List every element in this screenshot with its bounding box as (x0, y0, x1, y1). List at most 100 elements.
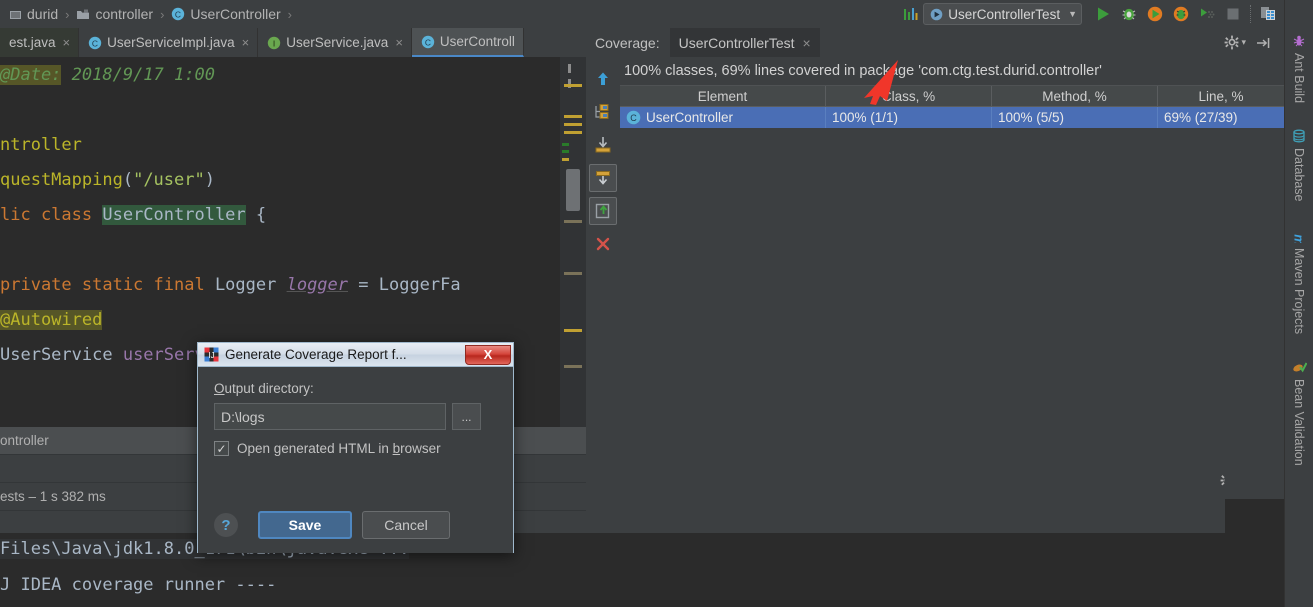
close-icon[interactable]: × (63, 35, 71, 50)
gutter-mark (564, 220, 582, 223)
sidebar-item-database[interactable]: Database (1292, 129, 1306, 202)
code-line: questMapping("/user") (0, 170, 215, 190)
intellij-icon: IJ (204, 347, 219, 362)
import-icon[interactable] (589, 164, 617, 192)
cancel-button[interactable]: Cancel (362, 511, 450, 539)
code-token: ( (122, 170, 134, 190)
close-x-icon[interactable] (589, 230, 617, 258)
browse-button[interactable]: ... (452, 403, 481, 430)
editor-tab-3[interactable]: C UserControll (411, 28, 524, 57)
table-row[interactable]: C UserController 100% (1/1) 100% (5/5) 6… (620, 107, 1284, 128)
dialog-title: Generate Coverage Report f... (225, 347, 407, 362)
export-report-icon[interactable] (589, 131, 617, 159)
editor-tab-label: UserServiceImpl.java (107, 35, 235, 50)
cell-label: UserController (646, 110, 734, 125)
code-token: lic class (0, 205, 103, 225)
editor-tab-1[interactable]: C UserServiceImpl.java × (79, 28, 259, 57)
stop-button[interactable] (1220, 1, 1246, 27)
run-with-coverage-button[interactable] (1142, 1, 1168, 27)
breadcrumb-label: controller (95, 6, 154, 22)
open-html-checkbox[interactable]: ✓ (214, 441, 229, 456)
column-header-line-pct[interactable]: Line, % (1158, 86, 1284, 107)
sidebar-item-bean-validation[interactable]: Bean Validation (1292, 360, 1307, 466)
test-tree-label: ests – 1 s 382 ms (0, 489, 106, 504)
close-icon[interactable]: × (803, 35, 811, 51)
class-icon: C (88, 36, 102, 50)
generate-coverage-report-dialog: IJ Generate Coverage Report f... X Outpu… (197, 342, 514, 553)
main-toolbar: UserControllerTest ▼ (897, 0, 1313, 28)
folder-icon (76, 8, 90, 21)
editor-tab-0[interactable]: est.java × (0, 28, 80, 57)
code-token: "/user" (133, 170, 205, 190)
navigation-bar: durid › controller › C UserController › (0, 0, 1313, 28)
editor-tab-2[interactable]: I UserService.java × (258, 28, 412, 57)
run-profiler-button[interactable] (1194, 1, 1220, 27)
arrow-up-icon[interactable] (589, 65, 617, 93)
code-line: @Date: 2018/9/17 1:00 (0, 65, 215, 85)
gutter-mark (562, 143, 569, 146)
run-configuration-selector[interactable]: UserControllerTest ▼ (923, 3, 1082, 25)
cell-class-pct: 100% (1/1) (826, 107, 992, 128)
class-icon: C (626, 110, 641, 125)
vcs-updates-icon[interactable] (897, 1, 923, 27)
right-tool-window-bar: Ant Build Database m Maven Projects Bean… (1284, 0, 1313, 607)
coverage-table[interactable]: Element Class, % Method, % Line, % C Use… (620, 85, 1284, 128)
gutter-mark (562, 150, 569, 153)
hide-panel-icon[interactable] (1250, 30, 1276, 56)
breadcrumb-item-module[interactable]: durid (6, 0, 61, 28)
open-html-checkbox-row[interactable]: ✓ Open generated HTML in browser (214, 441, 497, 456)
svg-text:C: C (425, 37, 431, 47)
gutter-mark (564, 365, 582, 368)
output-directory-input[interactable] (214, 403, 446, 430)
sidebar-item-maven-projects[interactable]: m Maven Projects (1291, 228, 1307, 334)
breadcrumb-separator: › (287, 6, 293, 22)
gutter-mark (564, 115, 582, 118)
coverage-suite-tab[interactable]: UserControllerTest × (669, 28, 820, 57)
flatten-packages-icon[interactable] (589, 98, 617, 126)
dialog-title-bar[interactable]: IJ Generate Coverage Report f... X (198, 343, 513, 367)
coverage-header-actions: ▾ (1219, 28, 1284, 57)
database-icon (1292, 129, 1306, 143)
code-token: @Date: (0, 65, 62, 85)
editor-marker-bar[interactable] (560, 57, 586, 427)
code-token: LoggerFa (378, 275, 461, 295)
breadcrumb-item-class[interactable]: C UserController (168, 0, 283, 28)
svg-text:C: C (92, 38, 98, 48)
open-editor-icon[interactable] (589, 197, 617, 225)
debug-button[interactable] (1116, 1, 1142, 27)
save-button[interactable]: Save (258, 511, 352, 539)
sidebar-item-ant-build[interactable]: Ant Build (1292, 34, 1306, 103)
column-header-class-pct[interactable]: Class, % (826, 86, 992, 107)
help-button[interactable]: ? (214, 513, 238, 537)
breadcrumb-separator: › (160, 6, 165, 22)
console-right-edge (1225, 499, 1284, 607)
close-icon[interactable]: X (465, 344, 511, 365)
run-button[interactable] (1090, 1, 1116, 27)
coverage-suite-label: UserControllerTest (678, 34, 795, 51)
close-icon[interactable]: × (395, 35, 403, 50)
output-directory-row: ... (214, 403, 497, 430)
debug-with-coverage-button[interactable] (1168, 1, 1194, 27)
code-token: UserController (102, 205, 246, 225)
gutter-mark (562, 158, 569, 161)
console-line: J IDEA coverage runner ---- (0, 575, 277, 595)
code-line: @Autowired (0, 310, 103, 330)
toolbar-separator (1250, 5, 1251, 23)
chevron-down-icon[interactable]: ▾ (1241, 37, 1246, 48)
coverage-header: Coverage: UserControllerTest × ▾ (586, 28, 1284, 57)
svg-text:C: C (175, 9, 181, 19)
column-header-element[interactable]: Element (620, 86, 826, 107)
editor-scrollbar-thumb[interactable] (566, 169, 580, 211)
run-config-icon (930, 8, 943, 21)
breadcrumb-separator: › (65, 6, 70, 22)
run-config-label: UserControllerTest (948, 6, 1061, 22)
coverage-toolbar (586, 57, 620, 463)
checkbox-label-mnemonic: b (392, 441, 401, 456)
open-html-checkbox-label: Open generated HTML in browser (237, 441, 441, 456)
sidebar-item-label: Bean Validation (1292, 378, 1306, 466)
console-output[interactable]: Files\Java\jdk1.8.0_171\bin\java.exe ...… (0, 533, 1225, 607)
close-icon[interactable]: × (242, 35, 250, 50)
column-header-method-pct[interactable]: Method, % (992, 86, 1158, 107)
db-table-icon[interactable] (1255, 1, 1281, 27)
breadcrumb-item-package[interactable]: controller (73, 0, 156, 28)
